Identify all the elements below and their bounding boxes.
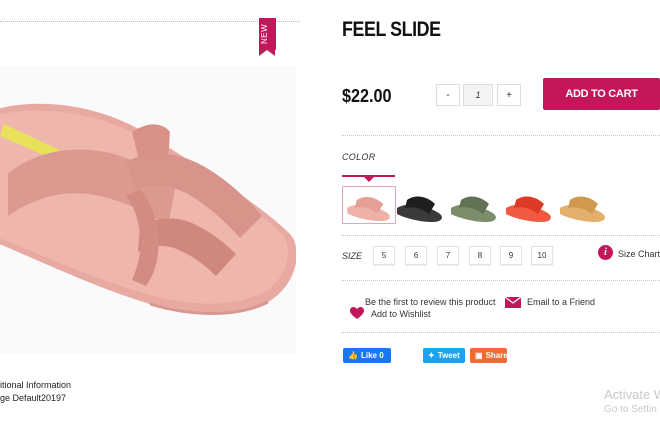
tweet-label: Tweet <box>437 351 460 360</box>
quantity-decrease-button[interactable]: - <box>436 84 460 106</box>
additional-information-link[interactable]: itional Information <box>0 380 71 390</box>
mail-icon[interactable] <box>505 297 521 308</box>
facebook-like-button[interactable]: 👍 Like 0 <box>343 348 391 363</box>
thumbs-up-icon: 👍 <box>348 351 358 360</box>
size-option-10[interactable]: 10 <box>531 246 553 265</box>
twitter-bird-icon: ✦ <box>428 351 435 360</box>
color-swatch-olive[interactable] <box>447 186 501 224</box>
share-icon: ▣ <box>475 351 483 360</box>
activate-windows-title: Activate W <box>604 387 660 402</box>
size-chart-link[interactable]: Size Chart <box>618 249 660 259</box>
color-swatch-pink[interactable] <box>342 186 396 224</box>
product-price: $22.00 <box>342 86 392 106</box>
share-label: Share <box>485 351 508 360</box>
facebook-like-label: Like 0 <box>360 351 384 360</box>
size-option-7[interactable]: 7 <box>437 246 459 265</box>
divider <box>342 280 660 281</box>
color-swatch-red[interactable] <box>502 186 556 224</box>
quantity-input[interactable]: 1 <box>463 84 493 106</box>
color-swatch-tan[interactable] <box>556 186 610 224</box>
size-option-5[interactable]: 5 <box>373 246 395 265</box>
review-link[interactable]: Be the first to review this product <box>365 297 496 307</box>
tweet-button[interactable]: ✦ Tweet <box>423 348 465 363</box>
product-title: FEEL SLIDE <box>342 18 441 41</box>
email-friend-link[interactable]: Email to a Friend <box>527 297 595 307</box>
divider <box>342 332 660 333</box>
divider <box>342 235 660 236</box>
image-default-text: ge Default20197 <box>0 393 67 403</box>
add-to-cart-button[interactable]: ADD TO CART <box>543 78 660 110</box>
size-label: SIZE <box>342 251 363 261</box>
info-icon[interactable]: i <box>598 245 613 260</box>
new-badge-label: NEW <box>260 23 269 44</box>
quantity-increase-button[interactable]: + <box>497 84 521 106</box>
size-option-9[interactable]: 9 <box>500 246 522 265</box>
size-option-8[interactable]: 8 <box>469 246 491 265</box>
color-swatch-black[interactable] <box>393 186 447 224</box>
image-top-divider <box>0 21 300 22</box>
divider <box>342 135 660 136</box>
product-image-frame[interactable] <box>0 66 296 354</box>
heart-icon[interactable] <box>350 307 364 320</box>
activate-windows-subtitle: Go to Settin <box>604 404 657 415</box>
new-badge: NEW <box>259 18 276 56</box>
product-image[interactable] <box>0 66 296 354</box>
wishlist-link[interactable]: Add to Wishlist <box>371 309 431 319</box>
color-label: COLOR <box>342 152 376 162</box>
share-button[interactable]: ▣ Share <box>470 348 508 363</box>
color-tab-caret <box>364 177 374 182</box>
size-option-6[interactable]: 6 <box>405 246 427 265</box>
